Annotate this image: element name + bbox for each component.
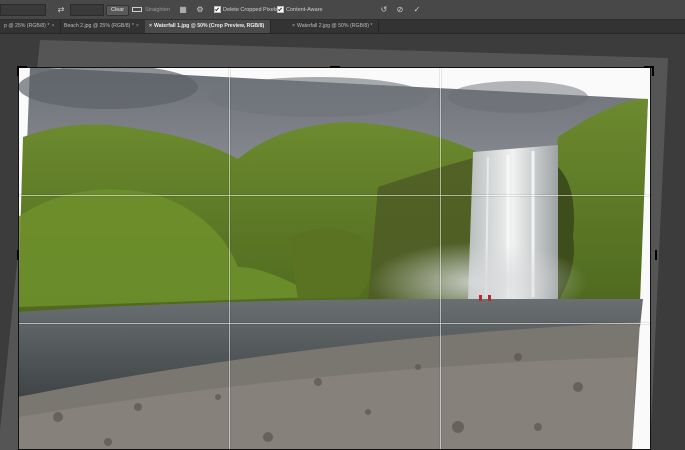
crop-handle-right[interactable] xyxy=(647,250,657,260)
crop-handle-top[interactable] xyxy=(330,66,340,76)
crop-grid-line xyxy=(229,67,230,450)
crop-preview[interactable] xyxy=(18,67,651,450)
crop-handle-top-left[interactable] xyxy=(17,66,27,76)
crop-handle-top-right[interactable] xyxy=(644,66,654,76)
crop-grid-line xyxy=(18,195,651,196)
waterfall-photo xyxy=(18,67,651,450)
crop-grid-line xyxy=(18,323,651,324)
crop-handle-left[interactable] xyxy=(17,250,27,260)
crop-grid-line xyxy=(440,67,441,450)
